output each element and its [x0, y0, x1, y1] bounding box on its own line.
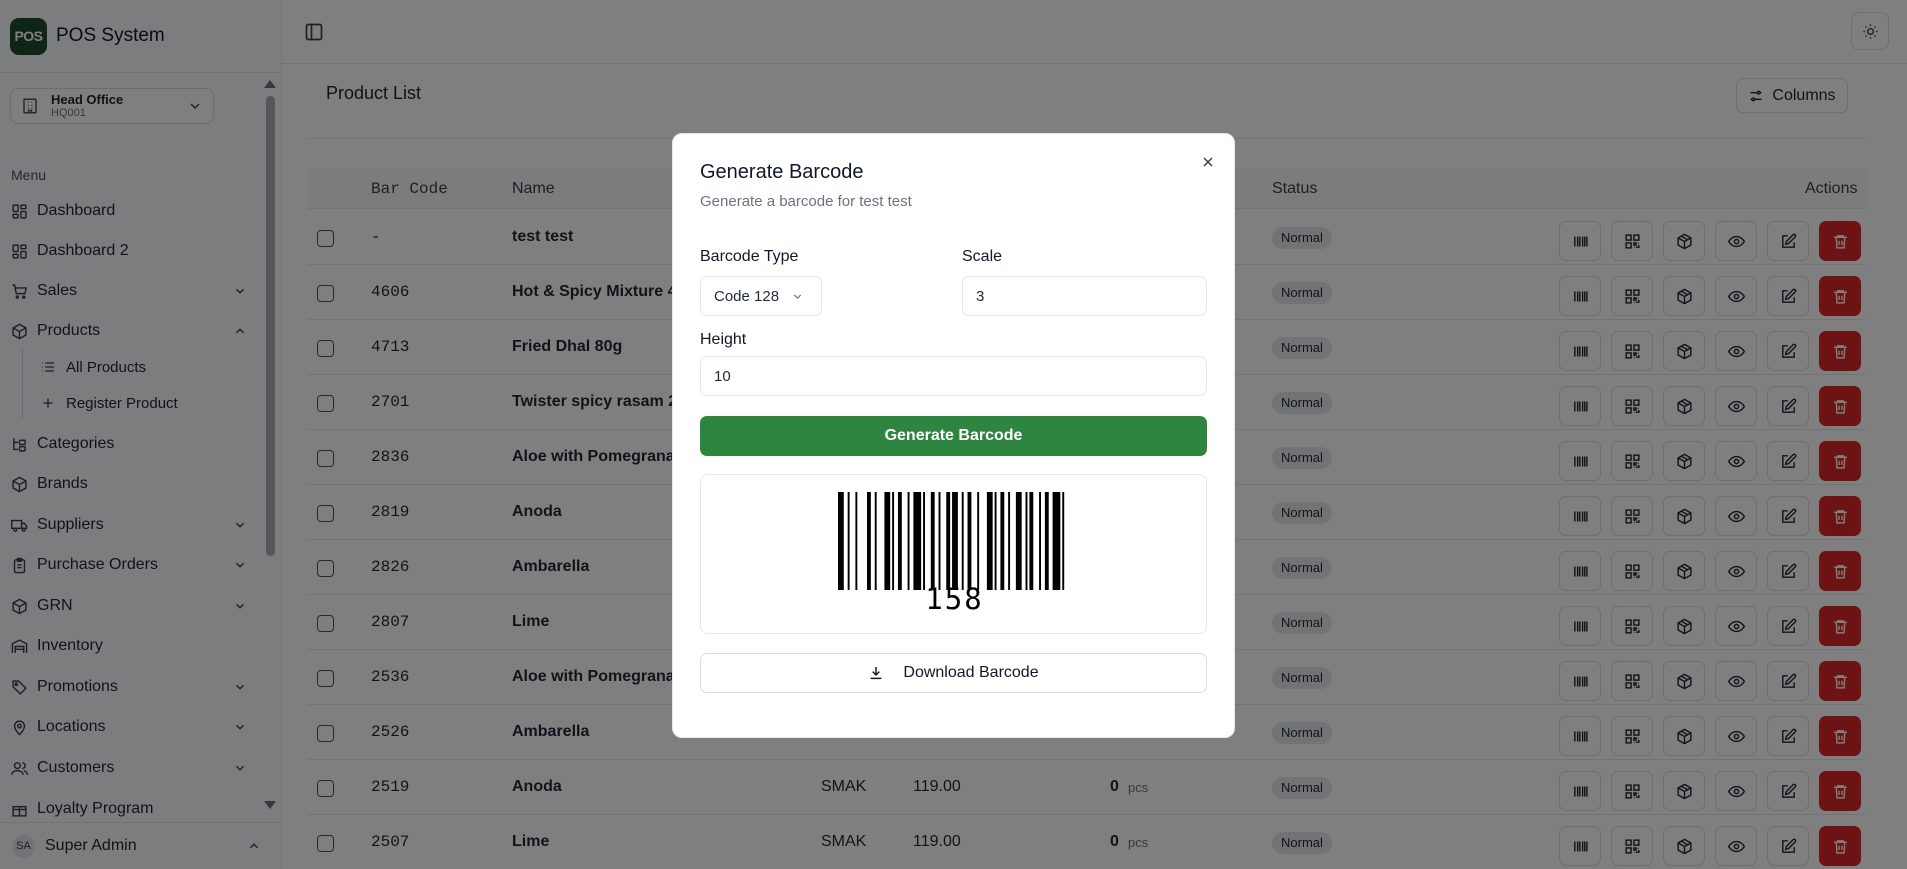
barcode-bar [838, 492, 844, 590]
barcode-bar [946, 492, 951, 590]
dialog-description: Generate a barcode for test test [700, 193, 912, 210]
barcode-image [838, 492, 1065, 590]
barcode-type-value: Code 128 [714, 287, 780, 305]
barcode-bar [855, 492, 858, 590]
barcode-bar [977, 492, 980, 590]
close-icon[interactable] [1200, 154, 1216, 170]
barcode-bar [913, 492, 922, 590]
barcode-bar [961, 492, 964, 590]
barcode-type-select[interactable]: Code 128 [700, 276, 822, 316]
barcode-bar [1062, 492, 1065, 590]
barcode-bar [994, 492, 997, 590]
dialog-title: Generate Barcode [700, 161, 864, 183]
barcode-type-label: Barcode Type [700, 248, 799, 265]
barcode-bar [930, 492, 935, 590]
barcode-bar [1025, 492, 1028, 590]
barcode-preview: 158 [700, 474, 1207, 634]
scale-input[interactable]: 3 [962, 276, 1207, 316]
barcode-bar [967, 492, 972, 590]
barcode-bar [1029, 492, 1034, 590]
barcode-bar [884, 492, 891, 590]
download-icon [868, 665, 903, 681]
barcode-bar [923, 492, 925, 590]
generate-barcode-dialog: Generate Barcode Generate a barcode for … [672, 133, 1235, 738]
barcode-bar [952, 492, 958, 590]
barcode-bar [938, 492, 941, 590]
barcode-bar [1008, 492, 1011, 590]
barcode-bar [892, 492, 895, 590]
barcode-bar [874, 492, 877, 590]
barcode-bar [986, 492, 993, 590]
height-input[interactable]: 10 [700, 356, 1207, 396]
generate-barcode-button[interactable]: Generate Barcode [700, 416, 1207, 456]
height-label: Height [700, 331, 747, 348]
barcode-bar [1039, 492, 1041, 590]
barcode-bar [1044, 492, 1049, 590]
download-barcode-button[interactable]: Download Barcode [700, 653, 1207, 693]
barcode-bar [907, 492, 910, 590]
scale-label: Scale [962, 248, 1003, 265]
barcode-bar [1052, 492, 1061, 590]
barcode-bar [1015, 492, 1022, 590]
barcode-bar [847, 492, 850, 590]
download-button-label: Download Barcode [903, 664, 1039, 681]
barcode-bar [1000, 492, 1005, 590]
barcode-value-text: 158 [925, 582, 984, 616]
barcode-bar [897, 492, 902, 590]
chevron-down-icon [779, 290, 804, 303]
barcode-bar [867, 492, 871, 590]
